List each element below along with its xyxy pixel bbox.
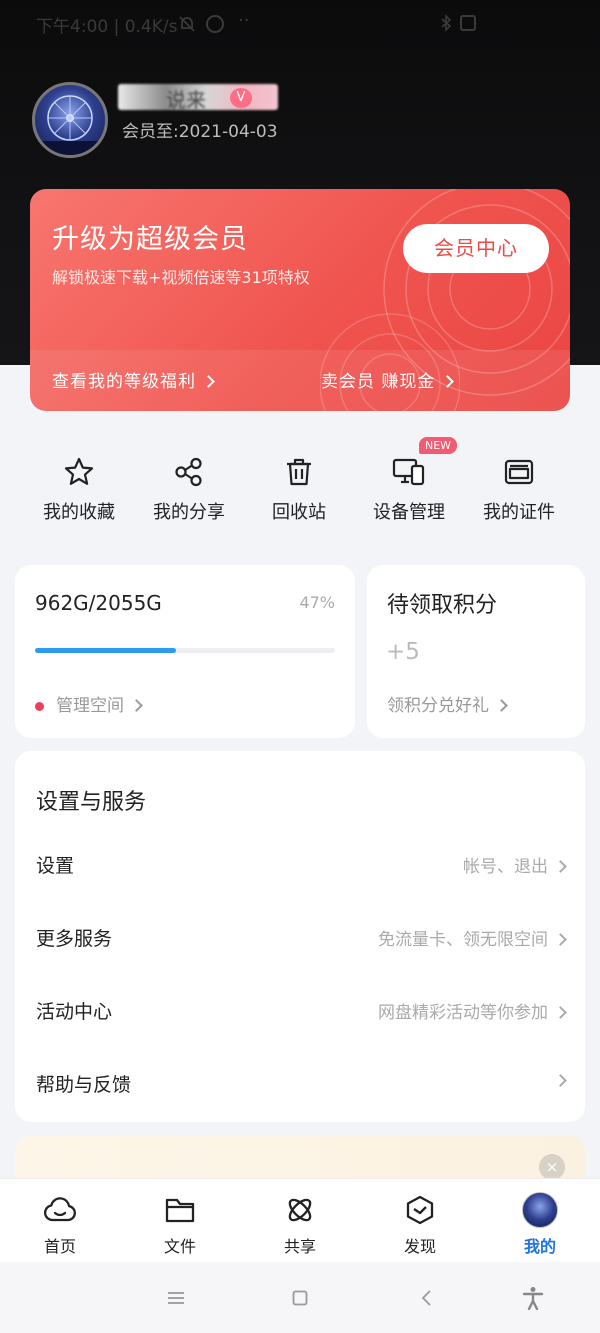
settings-row-settings[interactable]: 设置 帐号、退出: [15, 831, 585, 904]
tab-discover[interactable]: 发现: [380, 1191, 460, 1257]
tab-shared[interactable]: 共享: [260, 1191, 340, 1257]
avatar-icon: [500, 1191, 580, 1229]
red-dot-indicator: [35, 701, 44, 711]
row-hint: [548, 1071, 567, 1091]
level-benefits-label: 查看我的等级福利: [52, 372, 196, 392]
star-icon: [24, 452, 134, 492]
status-time-speed: 下午4:00 | 0.4K/s: [36, 17, 178, 37]
tab-mine[interactable]: 我的: [500, 1191, 580, 1257]
tab-label: 首页: [43, 1237, 76, 1256]
status-bar: 下午4:00 | 0.4K/s ··: [0, 0, 600, 48]
storage-progress-bar: [35, 648, 335, 653]
quick-action-recycle-bin[interactable]: 回收站: [244, 452, 354, 524]
vip-card-title: 升级为超级会员: [52, 224, 248, 255]
avatar[interactable]: [32, 82, 108, 158]
storage-panel[interactable]: 962G/2055G 47% 管理空间: [15, 565, 355, 738]
tab-home[interactable]: 首页: [20, 1191, 100, 1257]
row-hint: 网盘精彩活动等你参加: [378, 998, 567, 1023]
chevron-right-icon: [554, 1073, 567, 1087]
system-nav-bar: [0, 1262, 600, 1333]
back-icon[interactable]: [420, 1289, 432, 1311]
quick-action-device-management[interactable]: 设备管理: [354, 452, 464, 524]
username-blurred: 说来: [118, 84, 278, 112]
username-text: 说来: [166, 88, 206, 112]
accessibility-icon[interactable]: [522, 1286, 544, 1314]
share-icon: [134, 452, 244, 492]
quick-action-favorites[interactable]: 我的收藏: [24, 452, 134, 524]
row-hint: 帐号、退出: [463, 852, 567, 877]
tab-files[interactable]: 文件: [140, 1191, 220, 1257]
manage-space-label: 管理空间: [56, 696, 124, 716]
member-until-text: 会员至:2021-04-03: [122, 122, 278, 142]
quick-action-label: 我的证件: [483, 502, 555, 523]
quick-action-shares[interactable]: 我的分享: [134, 452, 244, 524]
level-benefits-link[interactable]: 查看我的等级福利: [52, 367, 215, 392]
chevron-right-icon: [202, 374, 215, 388]
sim-icon: [460, 15, 476, 31]
chevron-right-icon: [495, 698, 508, 712]
row-label: 设置: [36, 855, 75, 877]
tab-label: 文件: [163, 1237, 196, 1256]
redeem-points-label: 领积分兑好礼: [387, 696, 489, 716]
row-hint-text: 网盘精彩活动等你参加: [378, 1003, 548, 1023]
more-dots-icon: ··: [238, 10, 250, 31]
menu-icon[interactable]: [167, 1290, 185, 1310]
row-label: 活动中心: [36, 1001, 113, 1023]
vip-upgrade-card[interactable]: 升级为超级会员 解锁极速下载+视频倍速等31项特权 会员中心 查看我的等级福利 …: [30, 189, 570, 411]
member-center-button[interactable]: 会员中心: [403, 224, 549, 273]
home-icon[interactable]: [292, 1290, 308, 1310]
bottom-tab-bar: 首页 文件 共享 发现 我的: [0, 1178, 600, 1262]
quick-action-label: 我的收藏: [43, 502, 115, 523]
tab-label: 共享: [283, 1237, 316, 1256]
chevron-right-icon: [441, 374, 455, 388]
devices-icon: [354, 452, 464, 492]
tab-label: 我的: [523, 1237, 556, 1256]
manage-space-link[interactable]: 管理空间: [35, 691, 143, 716]
chevron-right-icon: [554, 859, 567, 873]
close-icon[interactable]: ×: [539, 1154, 565, 1180]
storage-usage: 962G/2055G: [35, 591, 162, 615]
settings-row-help-feedback[interactable]: 帮助与反馈: [15, 1050, 585, 1123]
bell-off-icon: [178, 15, 196, 38]
points-value: +5: [386, 639, 420, 665]
vip-card-subtitle: 解锁极速下载+视频倍速等31项特权: [52, 268, 310, 287]
vip-badge: V: [230, 88, 252, 108]
redeem-points-link[interactable]: 领积分兑好礼: [387, 691, 508, 716]
row-hint: 免流量卡、领无限空间: [378, 925, 567, 950]
sell-membership-label: 卖会员 赚现金: [321, 372, 436, 392]
row-hint-text: 免流量卡、领无限空间: [378, 930, 548, 950]
quick-action-label: 设备管理: [373, 502, 445, 523]
atom-icon: [260, 1191, 340, 1229]
new-badge: NEW: [419, 437, 458, 454]
ferris-wheel-image: [35, 95, 105, 155]
cloud-icon: [20, 1191, 100, 1229]
row-hint-text: 帐号、退出: [463, 857, 548, 877]
settings-services-panel: 设置与服务 设置 帐号、退出 更多服务 免流量卡、领无限空间 活动中心 网盘精彩…: [15, 751, 585, 1122]
storage-percent: 47%: [299, 593, 335, 612]
settings-row-more-services[interactable]: 更多服务 免流量卡、领无限空间: [15, 904, 585, 977]
chevron-right-icon: [554, 1005, 567, 1019]
folder-icon: [140, 1191, 220, 1229]
quick-action-label: 我的分享: [153, 502, 225, 523]
points-panel[interactable]: 待领取积分 +5 领积分兑好礼: [367, 565, 585, 738]
chevron-right-icon: [130, 698, 143, 712]
bluetooth-icon: [440, 14, 452, 37]
tab-label: 发现: [403, 1237, 436, 1256]
settings-row-activity-center[interactable]: 活动中心 网盘精彩活动等你参加: [15, 977, 585, 1050]
quick-action-my-ids[interactable]: 我的证件: [464, 452, 574, 524]
sell-membership-link[interactable]: 卖会员 赚现金: [321, 367, 455, 392]
section-title: 设置与服务: [36, 790, 147, 815]
storage-progress-fill: [35, 648, 176, 653]
row-label: 帮助与反馈: [36, 1074, 132, 1096]
quick-action-label: 回收站: [272, 502, 326, 523]
row-label: 更多服务: [36, 928, 113, 950]
id-card-icon: [464, 452, 574, 492]
cube-icon: [380, 1191, 460, 1229]
points-title: 待领取积分: [387, 593, 498, 618]
alarm-icon: [206, 15, 224, 38]
trash-icon: [244, 452, 354, 492]
chevron-right-icon: [554, 932, 567, 946]
